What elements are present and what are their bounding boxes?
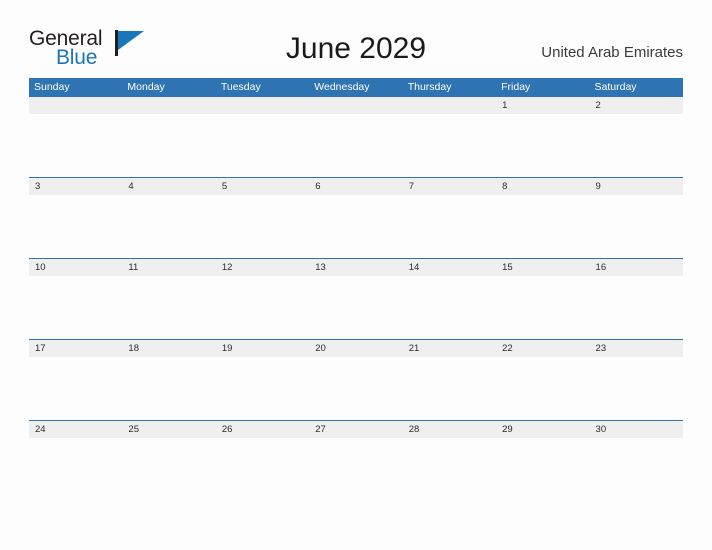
day-cell[interactable] — [403, 357, 496, 420]
day-cell[interactable] — [29, 438, 122, 501]
week-event-area — [29, 357, 683, 420]
week-row: 17 18 19 20 21 22 23 — [29, 339, 683, 420]
date-cell[interactable]: 29 — [496, 421, 589, 438]
date-cell[interactable]: 17 — [29, 340, 122, 357]
date-cell[interactable]: 9 — [590, 178, 683, 195]
date-cell[interactable]: 8 — [496, 178, 589, 195]
date-cell[interactable]: 10 — [29, 259, 122, 276]
date-cell[interactable] — [216, 97, 309, 114]
date-cell[interactable]: 14 — [403, 259, 496, 276]
date-cell[interactable]: 15 — [496, 259, 589, 276]
week-row: 10 11 12 13 14 15 16 — [29, 258, 683, 339]
date-cell[interactable]: 23 — [590, 340, 683, 357]
week-date-band: 24 25 26 27 28 29 30 — [29, 420, 683, 438]
day-cell[interactable] — [29, 276, 122, 339]
day-cell[interactable] — [122, 357, 215, 420]
day-cell[interactable] — [309, 357, 402, 420]
date-cell[interactable]: 6 — [309, 178, 402, 195]
date-cell[interactable]: 4 — [122, 178, 215, 195]
day-cell[interactable] — [29, 195, 122, 258]
date-cell[interactable]: 18 — [122, 340, 215, 357]
day-cell[interactable] — [403, 276, 496, 339]
week-date-band: 17 18 19 20 21 22 23 — [29, 339, 683, 357]
week-date-band: 1 2 — [29, 96, 683, 114]
week-row: 24 25 26 27 28 29 30 — [29, 420, 683, 501]
day-cell[interactable] — [403, 438, 496, 501]
day-cell[interactable] — [590, 195, 683, 258]
day-header-monday: Monday — [127, 81, 165, 93]
day-cell[interactable] — [216, 357, 309, 420]
date-cell[interactable] — [309, 97, 402, 114]
day-cell[interactable] — [496, 357, 589, 420]
date-cell[interactable]: 22 — [496, 340, 589, 357]
day-cell[interactable] — [309, 438, 402, 501]
day-of-week-header-row: Sunday Monday Tuesday Wednesday Thursday… — [29, 78, 683, 96]
week-date-band: 3 4 5 6 7 8 9 — [29, 177, 683, 195]
week-event-area — [29, 276, 683, 339]
day-cell[interactable] — [216, 195, 309, 258]
date-cell[interactable]: 25 — [122, 421, 215, 438]
date-cell[interactable]: 5 — [216, 178, 309, 195]
day-cell[interactable] — [590, 357, 683, 420]
date-cell[interactable]: 28 — [403, 421, 496, 438]
date-cell[interactable]: 16 — [590, 259, 683, 276]
day-cell[interactable] — [590, 438, 683, 501]
day-header-saturday: Saturday — [594, 81, 637, 93]
week-date-band: 10 11 12 13 14 15 16 — [29, 258, 683, 276]
day-header-wednesday: Wednesday — [314, 81, 370, 93]
day-cell[interactable] — [403, 114, 496, 177]
day-cell[interactable] — [29, 357, 122, 420]
day-cell[interactable] — [309, 195, 402, 258]
day-cell[interactable] — [309, 276, 402, 339]
date-cell[interactable] — [29, 97, 122, 114]
day-cell[interactable] — [590, 114, 683, 177]
day-header-sunday: Sunday — [34, 81, 70, 93]
day-header-friday: Friday — [501, 81, 531, 93]
week-event-area — [29, 195, 683, 258]
day-header-thursday: Thursday — [407, 81, 452, 93]
day-cell[interactable] — [122, 276, 215, 339]
date-cell[interactable]: 24 — [29, 421, 122, 438]
date-cell[interactable]: 21 — [403, 340, 496, 357]
day-cell[interactable] — [216, 438, 309, 501]
date-cell[interactable]: 11 — [122, 259, 215, 276]
calendar-grid: Sunday Monday Tuesday Wednesday Thursday… — [29, 78, 683, 501]
day-cell[interactable] — [122, 195, 215, 258]
date-cell[interactable]: 7 — [403, 178, 496, 195]
date-cell[interactable]: 3 — [29, 178, 122, 195]
day-cell[interactable] — [496, 438, 589, 501]
day-header-tuesday: Tuesday — [220, 81, 261, 93]
date-cell[interactable]: 19 — [216, 340, 309, 357]
day-cell[interactable] — [403, 195, 496, 258]
date-cell[interactable]: 27 — [309, 421, 402, 438]
day-cell[interactable] — [122, 114, 215, 177]
page-header: General Blue June 2029 United Arab Emira… — [0, 0, 712, 76]
day-cell[interactable] — [122, 438, 215, 501]
date-cell[interactable]: 1 — [496, 97, 589, 114]
day-cell[interactable] — [590, 276, 683, 339]
week-row: 1 2 — [29, 96, 683, 177]
date-cell[interactable]: 30 — [590, 421, 683, 438]
date-cell[interactable]: 2 — [590, 97, 683, 114]
week-event-area — [29, 438, 683, 501]
day-cell[interactable] — [29, 114, 122, 177]
date-cell[interactable]: 26 — [216, 421, 309, 438]
date-cell[interactable] — [403, 97, 496, 114]
date-cell[interactable]: 20 — [309, 340, 402, 357]
date-cell[interactable]: 12 — [216, 259, 309, 276]
date-cell[interactable] — [122, 97, 215, 114]
week-row: 3 4 5 6 7 8 9 — [29, 177, 683, 258]
day-cell[interactable] — [496, 276, 589, 339]
date-cell[interactable]: 13 — [309, 259, 402, 276]
day-cell[interactable] — [309, 114, 402, 177]
day-cell[interactable] — [496, 114, 589, 177]
day-cell[interactable] — [496, 195, 589, 258]
calendar-page: General Blue June 2029 United Arab Emira… — [0, 0, 712, 550]
day-cell[interactable] — [216, 114, 309, 177]
day-cell[interactable] — [216, 276, 309, 339]
week-event-area — [29, 114, 683, 177]
region-label: United Arab Emirates — [541, 44, 683, 61]
